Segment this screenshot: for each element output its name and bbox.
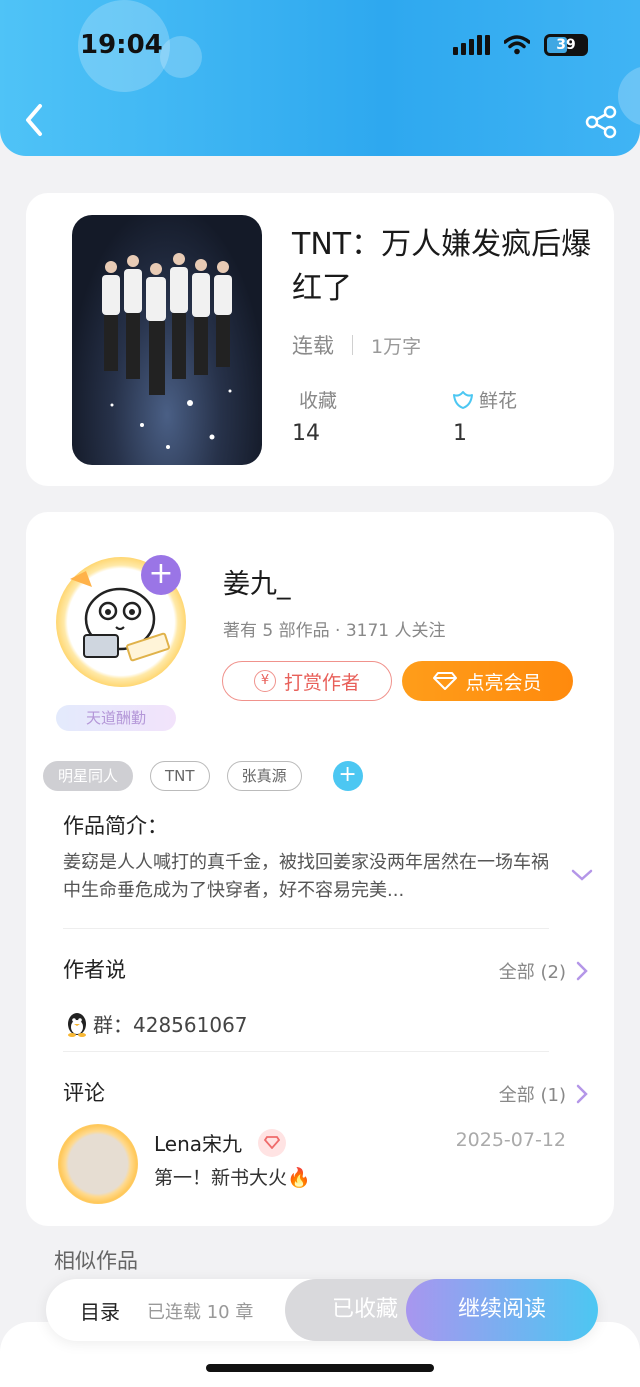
vip-diamond-icon bbox=[258, 1128, 287, 1157]
status-icons: 39 bbox=[453, 34, 588, 56]
author-says-title: 作者说 bbox=[63, 958, 126, 982]
comments-title: 评论 bbox=[63, 1081, 105, 1105]
wifi-icon bbox=[504, 35, 530, 55]
favorites-label: 收藏 bbox=[299, 390, 338, 412]
author-says-more-label: 全部 (2) bbox=[498, 962, 566, 983]
divider bbox=[63, 928, 549, 929]
qq-group[interactable]: 群：428561067 bbox=[63, 1009, 248, 1038]
action-bar: 目录 已连载 10 章 已收藏 继续阅读 bbox=[46, 1279, 598, 1341]
comment-text: 第一！新书大火🔥 bbox=[154, 1167, 311, 1189]
continue-reading-button[interactable]: 继续阅读 bbox=[406, 1279, 598, 1341]
flowers-value: 1 bbox=[453, 421, 467, 446]
tip-author-label: 打赏作者 bbox=[283, 671, 360, 694]
comments-more[interactable]: 全部 (1) bbox=[499, 1081, 588, 1107]
signal-icon bbox=[453, 35, 490, 55]
divider bbox=[63, 1051, 549, 1052]
chevron-right-icon bbox=[576, 961, 588, 981]
book-status: 连载 bbox=[292, 334, 334, 358]
chapter-count: 已连载 10 章 bbox=[147, 1302, 254, 1323]
tag-item[interactable]: 明星同人 bbox=[43, 761, 134, 791]
author-badge: 天道酬勤 bbox=[56, 705, 176, 731]
tag-list: 明星同人 TNT 张真源 + bbox=[43, 761, 363, 791]
author-info: 著有 5 部作品 · 3171 人关注 bbox=[223, 621, 446, 641]
qq-group-text: 群：428561067 bbox=[93, 1013, 248, 1037]
book-title: TNT：万人嫌发疯后爆红了 bbox=[292, 227, 592, 306]
intro-text[interactable]: 姜窈是人人喊打的真千金，被找回姜家没两年居然在一场车祸中生命垂危成为了快穿者，好… bbox=[63, 849, 553, 905]
book-info-card: TNT：万人嫌发疯后爆红了 连载 1万字 收藏 14 鲜花 1 bbox=[26, 193, 614, 486]
vip-label: 点亮会员 bbox=[465, 671, 542, 694]
flowers-stat[interactable]: 鲜花 bbox=[451, 386, 517, 413]
intro-title: 作品简介： bbox=[63, 814, 168, 838]
add-tag-button[interactable]: + bbox=[332, 761, 363, 791]
author-name[interactable]: 姜九_ bbox=[223, 562, 291, 601]
flower-icon bbox=[453, 391, 473, 409]
book-cover[interactable] bbox=[72, 215, 262, 465]
header-bar: 19:04 39 bbox=[0, 0, 640, 156]
chevron-down-icon[interactable] bbox=[570, 867, 594, 883]
home-indicator bbox=[206, 1364, 434, 1372]
meta-divider bbox=[352, 335, 353, 355]
follow-author-button[interactable]: + bbox=[141, 555, 181, 595]
comment-date: 2025-07-12 bbox=[455, 1129, 566, 1151]
word-count: 1万字 bbox=[371, 335, 422, 358]
diamond-icon bbox=[433, 672, 458, 690]
decor-bubble bbox=[160, 36, 202, 78]
favorites-value: 14 bbox=[292, 421, 320, 446]
book-meta: 连载 1万字 bbox=[292, 330, 421, 360]
similar-works-title: 相似作品 bbox=[54, 1249, 138, 1273]
author-says-more[interactable]: 全部 (2) bbox=[499, 958, 588, 984]
comment-user-name: Lena宋九 bbox=[154, 1132, 243, 1156]
tag-item[interactable]: TNT bbox=[150, 761, 210, 791]
tag-item[interactable]: 张真源 bbox=[226, 761, 302, 791]
tip-author-button[interactable]: ¥ 打赏作者 bbox=[222, 661, 392, 701]
vip-button[interactable]: 点亮会员 bbox=[402, 661, 573, 701]
battery-icon: 39 bbox=[544, 34, 588, 56]
comment-user[interactable]: Lena宋九 bbox=[154, 1128, 287, 1157]
decor-bubble bbox=[618, 66, 640, 126]
status-time: 19:04 bbox=[80, 30, 163, 60]
yen-icon: ¥ bbox=[253, 670, 276, 692]
comment-avatar[interactable] bbox=[58, 1124, 138, 1204]
chevron-right-icon bbox=[576, 1084, 588, 1104]
penguin-icon bbox=[68, 1012, 86, 1037]
back-button[interactable] bbox=[20, 100, 52, 140]
toc-button[interactable]: 目录 bbox=[80, 1296, 120, 1325]
share-button[interactable] bbox=[584, 104, 620, 140]
comments-more-label: 全部 (1) bbox=[498, 1085, 566, 1106]
cover-illustration bbox=[102, 253, 232, 449]
flowers-label: 鲜花 bbox=[479, 390, 518, 412]
author-card: + 天道酬勤 姜九_ 著有 5 部作品 · 3171 人关注 ¥ 打赏作者 点亮… bbox=[26, 512, 614, 1226]
